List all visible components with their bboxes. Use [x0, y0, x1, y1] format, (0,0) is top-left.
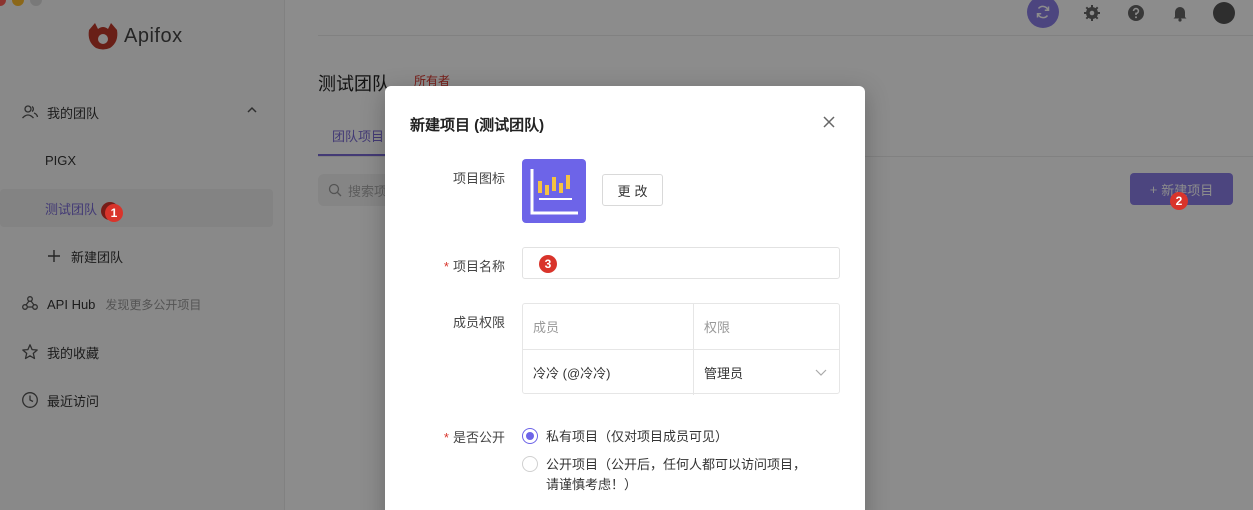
step-badge-1-overlay: 1	[105, 204, 123, 222]
public-project-option[interactable]: 公开项目（公开后，任何人都可以访问项目，请谨慎考虑！）	[522, 455, 806, 495]
step-badge-2: 2	[1170, 192, 1188, 210]
required-mark: *	[443, 430, 449, 445]
chevron-down-icon	[815, 369, 827, 376]
dialog-title: 新建项目 (测试团队)	[410, 117, 545, 134]
member-cell: 冷冷 (@冷冷)	[523, 350, 694, 395]
public-setting-label: * 是否公开	[385, 427, 505, 446]
table-header-row: 成员 权限	[523, 304, 839, 349]
public-setting-label-text: 是否公开	[452, 430, 505, 445]
required-mark: *	[443, 259, 449, 274]
table-row: 冷冷 (@冷冷) 管理员	[523, 349, 839, 395]
member-permissions-label: 成员权限	[452, 315, 505, 330]
public-radio[interactable]	[522, 456, 538, 472]
role-select[interactable]: 管理员	[694, 350, 839, 395]
project-name-label: * 项目名称	[385, 256, 505, 275]
column-header-member: 成员	[523, 304, 694, 349]
step-badge-3: 3	[539, 255, 557, 273]
change-icon-button[interactable]: 更改	[602, 174, 663, 206]
private-option-label: 私有项目（仅对项目成员可见）	[546, 429, 729, 444]
private-radio[interactable]	[522, 428, 538, 444]
public-option-label: 公开项目（公开后，任何人都可以访问项目，请谨慎考虑！）	[546, 457, 807, 492]
member-permissions-table: 成员 权限 冷冷 (@冷冷) 管理员	[522, 303, 840, 395]
project-name-input[interactable]	[522, 247, 840, 279]
role-select-value: 管理员	[704, 366, 744, 381]
project-chart-icon[interactable]	[522, 159, 586, 223]
new-project-dialog: 新建项目 (测试团队) 项目图标 更改 * 项目名称 3 成员权限 成员 权限 冷…	[385, 86, 865, 510]
close-icon[interactable]	[821, 114, 837, 130]
private-project-option[interactable]: 私有项目（仅对项目成员可见）	[522, 427, 806, 447]
project-name-label-text: 项目名称	[452, 259, 505, 274]
column-header-role: 权限	[704, 320, 731, 335]
project-icon-label: 项目图标	[452, 171, 505, 186]
